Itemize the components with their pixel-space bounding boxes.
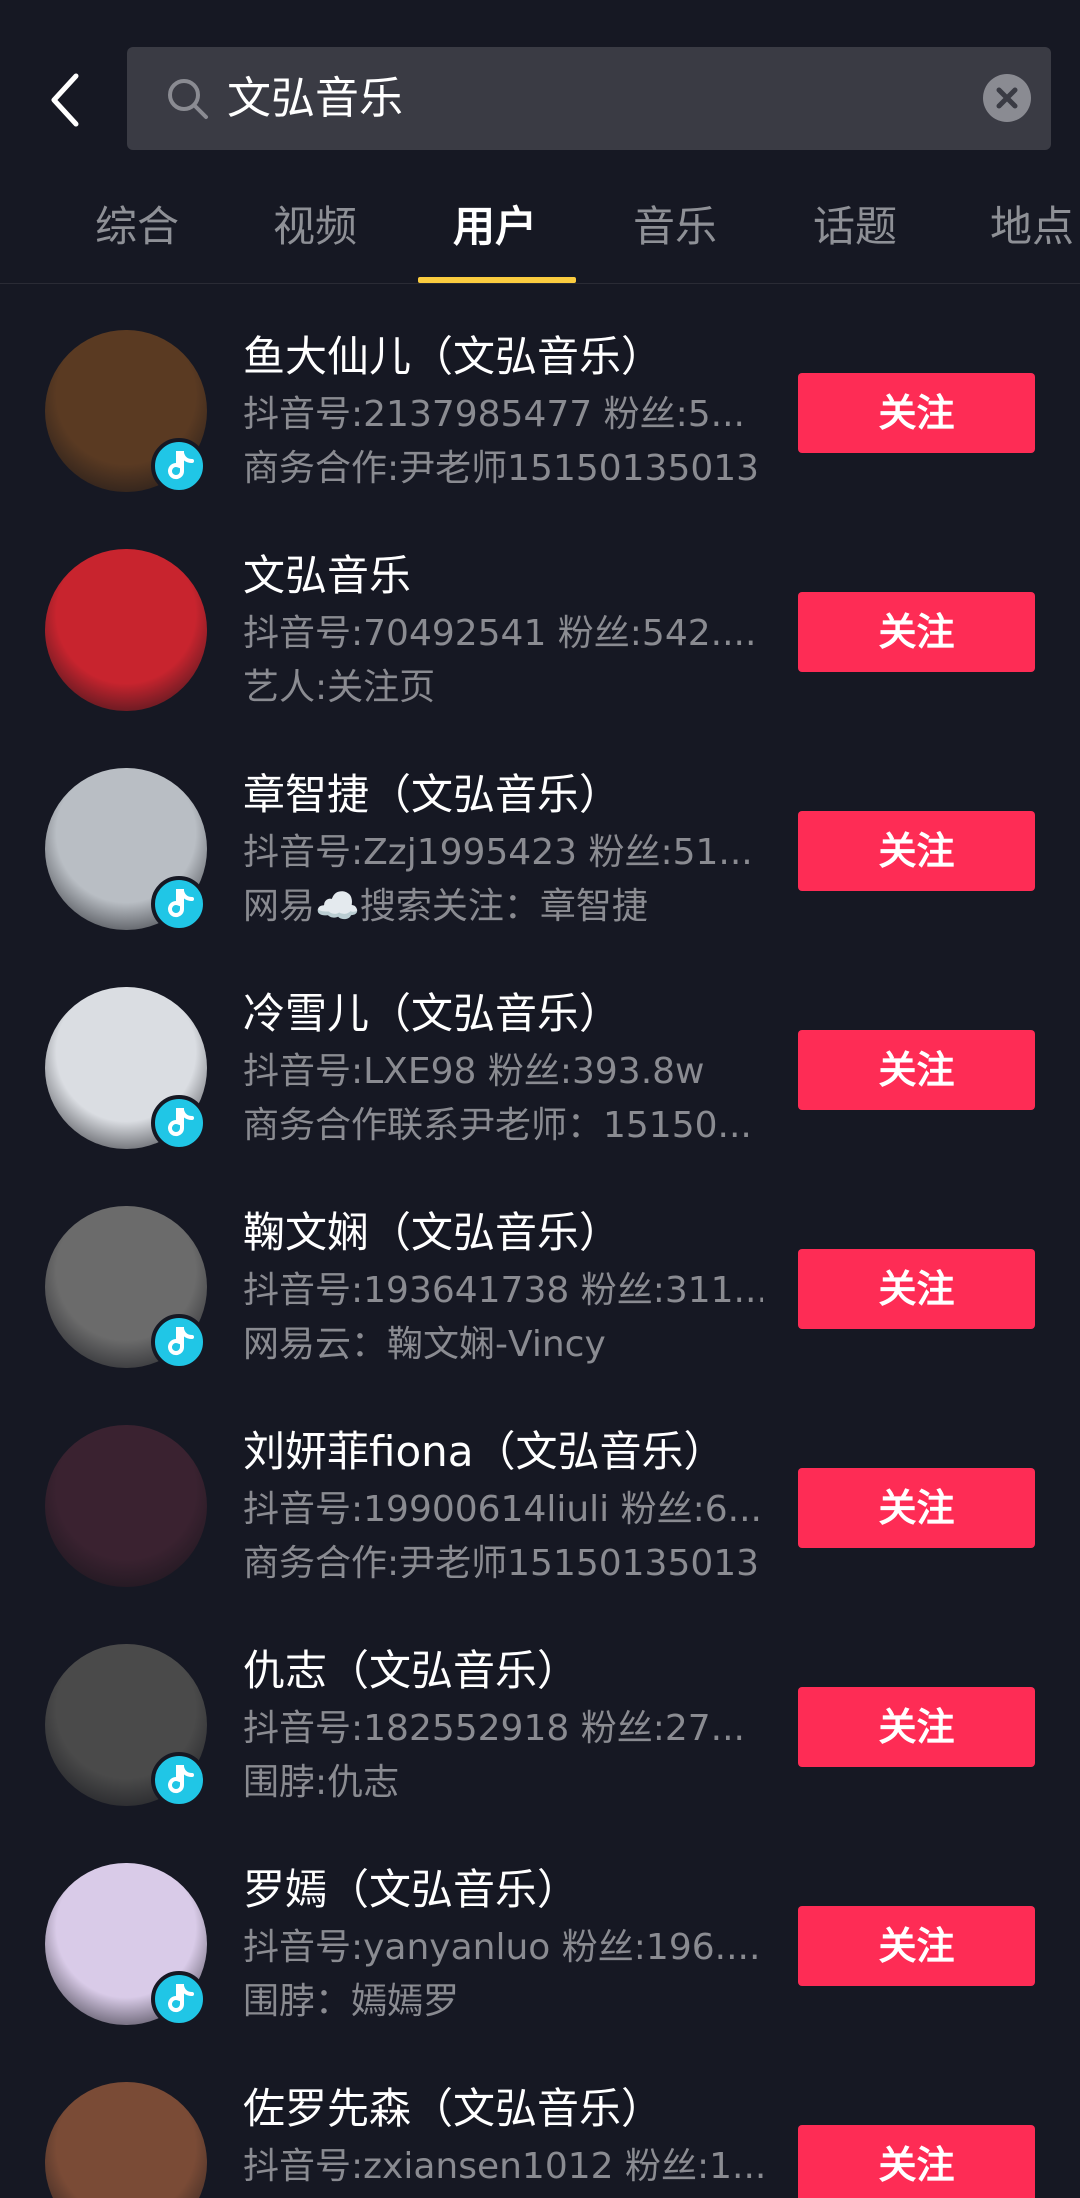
close-icon [996,87,1018,109]
list-item[interactable]: 文弘音乐 抖音号:70492541 粉丝:542.... 艺人:关注页 关注 [0,509,1080,728]
user-account-info: 抖音号:zxiansen1012 粉丝:1... [243,2146,763,2187]
tab-places[interactable]: 地点 [960,170,1080,284]
list-item[interactable]: 罗嫣（文弘音乐） 抖音号:yanyanluo 粉丝:196.... 围脖：嫣嫣罗… [0,1823,1080,2042]
user-description: 商务合作联系尹老师：15150... [243,1105,752,1146]
tab-users[interactable]: 用户 [420,170,570,284]
musical-note-icon [168,1327,194,1356]
follow-button[interactable]: 关注 [798,811,1035,891]
follow-button[interactable]: 关注 [798,592,1035,672]
list-item[interactable]: 仇志（文弘音乐） 抖音号:182552918 粉丝:27... 围脖:仇志 关注 [0,1604,1080,1823]
tabs-divider [0,283,1080,284]
musical-note-icon [168,1108,194,1137]
search-query-text: 文弘音乐 [227,73,403,124]
result-tabs: 综合 视频 用户 音乐 话题 地点 [0,170,1080,284]
list-item[interactable]: 佐罗先森（文弘音乐） 抖音号:zxiansen1012 粉丝:1... 关注 [0,2042,1080,2198]
avatar[interactable] [45,549,207,711]
verified-music-badge [151,876,207,932]
user-description: 围脖:仇志 [243,1762,400,1803]
clear-search-button[interactable] [983,74,1031,122]
user-description: 网易☁️搜索关注：章智捷 [243,886,648,927]
verified-music-badge [151,1971,207,2027]
user-name: 仇志（文弘音乐） [243,1646,580,1695]
user-name: 文弘音乐 [243,551,412,600]
chevron-left-icon [51,73,79,127]
user-description: 网易云：鞠文娴-Vincy [243,1324,606,1365]
follow-button[interactable]: 关注 [798,2125,1035,2198]
user-account-info: 抖音号:LXE98 粉丝:393.8w [243,1051,705,1092]
list-item[interactable]: 刘妍菲fiona（文弘音乐） 抖音号:19900614liuli 粉丝:6...… [0,1385,1080,1604]
user-account-info: 抖音号:2137985477 粉丝:5... [243,394,745,435]
follow-button[interactable]: 关注 [798,1030,1035,1110]
user-account-info: 抖音号:Zzj1995423 粉丝:51... [243,832,753,873]
user-account-info: 抖音号:70492541 粉丝:542.... [243,613,757,654]
musical-note-icon [168,1984,194,2013]
follow-button[interactable]: 关注 [798,1249,1035,1329]
musical-note-icon [168,451,194,480]
verified-music-badge [151,1095,207,1151]
verified-music-badge [151,1752,207,1808]
back-button[interactable] [44,70,88,130]
user-description: 商务合作:尹老师15150135013 [243,1543,760,1584]
follow-button[interactable]: 关注 [798,1468,1035,1548]
user-description: 围脖：嫣嫣罗 [243,1981,460,2022]
user-account-info: 抖音号:19900614liuli 粉丝:6... [243,1489,762,1530]
verified-music-badge [151,438,207,494]
list-item[interactable]: 鱼大仙儿（文弘音乐） 抖音号:2137985477 粉丝:5... 商务合作:尹… [0,290,1080,509]
musical-note-icon [168,1765,194,1794]
avatar[interactable] [45,2082,207,2198]
tab-comprehensive[interactable]: 综合 [62,170,212,284]
user-description: 艺人:关注页 [243,667,436,708]
tab-videos[interactable]: 视频 [240,170,390,284]
search-icon [168,79,208,119]
list-item[interactable]: 冷雪儿（文弘音乐） 抖音号:LXE98 粉丝:393.8w 商务合作联系尹老师：… [0,947,1080,1166]
tab-topics[interactable]: 话题 [780,170,930,284]
user-account-info: 抖音号:yanyanluo 粉丝:196.... [243,1927,761,1968]
user-account-info: 抖音号:193641738 粉丝:311... [243,1270,763,1311]
list-item[interactable]: 鞠文娴（文弘音乐） 抖音号:193641738 粉丝:311... 网易云：鞠文… [0,1166,1080,1385]
user-name: 罗嫣（文弘音乐） [243,1865,580,1914]
user-account-info: 抖音号:182552918 粉丝:27... [243,1708,745,1749]
follow-button[interactable]: 关注 [798,1906,1035,1986]
tab-music[interactable]: 音乐 [600,170,750,284]
search-results-screen: 文弘音乐 综合 视频 用户 音乐 话题 地点 鱼大仙儿（文弘音乐） 抖音号:21… [0,0,1080,2198]
follow-button[interactable]: 关注 [798,373,1035,453]
user-name: 佐罗先森（文弘音乐） [243,2084,664,2133]
search-input[interactable]: 文弘音乐 [127,47,1051,150]
follow-button[interactable]: 关注 [798,1687,1035,1767]
musical-note-icon [168,889,194,918]
user-name: 鞠文娴（文弘音乐） [243,1208,622,1257]
user-name: 鱼大仙儿（文弘音乐） [243,332,664,381]
user-description: 商务合作:尹老师15150135013 [243,448,760,489]
list-item[interactable]: 章智捷（文弘音乐） 抖音号:Zzj1995423 粉丝:51... 网易☁️搜索… [0,728,1080,947]
user-name: 冷雪儿（文弘音乐） [243,989,622,1038]
avatar[interactable] [45,1425,207,1587]
verified-music-badge [151,1314,207,1370]
user-name: 刘妍菲fiona（文弘音乐） [243,1427,726,1476]
user-name: 章智捷（文弘音乐） [243,770,622,819]
